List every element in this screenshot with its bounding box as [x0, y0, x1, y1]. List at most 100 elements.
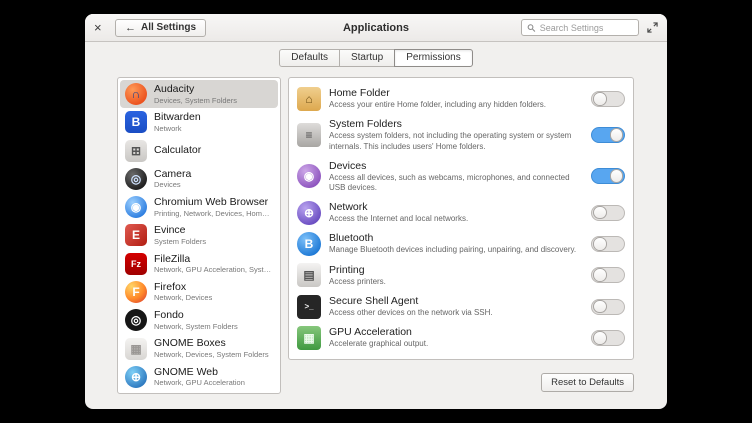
- app-row[interactable]: ◎ Camera Devices: [120, 165, 278, 193]
- app-row[interactable]: F Firefox Network, Devices: [120, 278, 278, 306]
- permission-description: Access the Internet and local networks.: [329, 214, 583, 224]
- app-row[interactable]: ∩ Audacity Devices, System Folders: [120, 80, 278, 108]
- view-switcher: Defaults Startup Permissions: [85, 49, 667, 67]
- app-permissions-summary: Network, Devices: [154, 293, 212, 303]
- app-permissions-summary: Devices, System Folders: [154, 96, 237, 106]
- headerbar: × ← All Settings Applications: [85, 14, 667, 42]
- app-permissions-summary: Network, GPU Acceleration, System Folder…: [154, 265, 273, 275]
- tab-label: Defaults: [291, 52, 328, 63]
- app-name: GNOME Web: [154, 366, 245, 379]
- app-name: Firefox: [154, 281, 212, 294]
- app-name: Calculator: [154, 144, 201, 157]
- toggle-switch[interactable]: [591, 236, 625, 252]
- permission-title: Home Folder: [329, 87, 583, 100]
- toggle-switch[interactable]: [591, 267, 625, 283]
- search-box: [521, 19, 639, 36]
- gnome-web-icon: ⊕: [125, 366, 147, 388]
- all-settings-label: All Settings: [141, 22, 196, 33]
- tab-defaults[interactable]: Defaults: [279, 49, 340, 67]
- toggle-switch[interactable]: [591, 299, 625, 315]
- app-list: ∩ Audacity Devices, System Folders B Bit…: [117, 77, 281, 394]
- app-permissions-summary: Network, GPU Acceleration: [154, 378, 245, 388]
- search-icon: [527, 23, 536, 33]
- app-row[interactable]: B Bitwarden Network: [120, 108, 278, 136]
- bitwarden-icon: B: [125, 111, 147, 133]
- permission-title: Printing: [329, 264, 583, 277]
- firefox-icon: F: [125, 281, 147, 303]
- switch-knob: [610, 169, 624, 183]
- secure-shell-icon: >_: [297, 295, 321, 319]
- devices-icon: ◉: [297, 164, 321, 188]
- app-row[interactable]: Fz FileZilla Network, GPU Acceleration, …: [120, 250, 278, 278]
- permission-description: Access printers.: [329, 277, 583, 287]
- app-row[interactable]: ⊕ GNOME Web Network, GPU Acceleration: [120, 363, 278, 391]
- switch-knob: [593, 206, 607, 220]
- app-permissions-summary: Network: [154, 124, 201, 134]
- chromium-icon: ◉: [125, 196, 147, 218]
- toggle-switch[interactable]: [591, 91, 625, 107]
- app-permissions-summary: Network, System Folders: [154, 322, 238, 332]
- permission-row: ⊕ Network Access the Internet and local …: [297, 201, 625, 225]
- reset-defaults-button[interactable]: Reset to Defaults: [541, 373, 634, 392]
- switch-knob: [593, 92, 607, 106]
- permission-row: ▤ Printing Access printers.: [297, 263, 625, 287]
- app-name: Chromium Web Browser: [154, 196, 273, 209]
- tab-startup[interactable]: Startup: [339, 49, 395, 67]
- system-folders-icon: ≡: [297, 123, 321, 147]
- network-icon: ⊕: [297, 201, 321, 225]
- switch-knob: [593, 331, 607, 345]
- app-name: FileZilla: [154, 253, 273, 266]
- switch-knob: [593, 300, 607, 314]
- toggle-switch[interactable]: [591, 205, 625, 221]
- tab-permissions[interactable]: Permissions: [394, 49, 472, 67]
- switch-knob: [593, 237, 607, 251]
- switch-knob: [593, 268, 607, 282]
- permission-description: Manage Bluetooth devices including pairi…: [329, 245, 583, 255]
- app-name: Audacity: [154, 83, 237, 96]
- toggle-switch[interactable]: [591, 330, 625, 346]
- permission-title: System Folders: [329, 118, 583, 131]
- app-row[interactable]: ◎ Fondo Network, System Folders: [120, 306, 278, 334]
- permission-row: ≡ System Folders Access system folders, …: [297, 118, 625, 152]
- bluetooth-icon: B: [297, 232, 321, 256]
- app-name: Fondo: [154, 309, 238, 322]
- permission-description: Access all devices, such as webcams, mic…: [329, 173, 583, 194]
- permission-description: Access other devices on the network via …: [329, 308, 583, 318]
- app-permissions-summary: Printing, Network, Devices, Home Folder: [154, 209, 273, 219]
- fondo-icon: ◎: [125, 309, 147, 331]
- permissions-panel: ⌂ Home Folder Access your entire Home fo…: [288, 77, 634, 360]
- all-settings-button[interactable]: ← All Settings: [115, 19, 206, 37]
- permission-description: Accelerate graphical output.: [329, 339, 583, 349]
- app-permissions-summary: Network, Devices, System Folders: [154, 350, 269, 360]
- tab-label: Startup: [351, 52, 383, 63]
- settings-window: × ← All Settings Applications Defaults S…: [85, 14, 667, 409]
- close-button[interactable]: ×: [94, 20, 109, 35]
- permission-description: Access your entire Home folder, includin…: [329, 100, 583, 110]
- home-folder-icon: ⌂: [297, 87, 321, 111]
- app-permissions-summary: Devices: [154, 180, 191, 190]
- permission-row: ◉ Devices Access all devices, such as we…: [297, 160, 625, 194]
- app-row[interactable]: ⊞ Calculator: [120, 137, 278, 165]
- app-permissions-summary: System Folders: [154, 237, 206, 247]
- gnome-boxes-icon: ▦: [125, 338, 147, 360]
- gpu-acceleration-icon: ▦: [297, 326, 321, 350]
- permission-title: GPU Acceleration: [329, 326, 583, 339]
- app-row[interactable]: E Evince System Folders: [120, 221, 278, 249]
- printing-icon: ▤: [297, 263, 321, 287]
- app-row[interactable]: ▦ GNOME Boxes Network, Devices, System F…: [120, 334, 278, 362]
- audacity-icon: ∩: [125, 83, 147, 105]
- toggle-switch[interactable]: [591, 127, 625, 143]
- app-row[interactable]: ◉ Chromium Web Browser Printing, Network…: [120, 193, 278, 221]
- search-input[interactable]: [540, 23, 633, 33]
- maximize-button[interactable]: [647, 22, 658, 33]
- permission-row: >_ Secure Shell Agent Access other devic…: [297, 295, 625, 319]
- toggle-switch[interactable]: [591, 168, 625, 184]
- app-name: GNOME Boxes: [154, 337, 269, 350]
- permission-title: Bluetooth: [329, 232, 583, 245]
- calculator-icon: ⊞: [125, 140, 147, 162]
- permission-row: ▦ GPU Acceleration Accelerate graphical …: [297, 326, 625, 350]
- camera-icon: ◎: [125, 168, 147, 190]
- filezilla-icon: Fz: [125, 253, 147, 275]
- permission-row: B Bluetooth Manage Bluetooth devices inc…: [297, 232, 625, 256]
- evince-icon: E: [125, 224, 147, 246]
